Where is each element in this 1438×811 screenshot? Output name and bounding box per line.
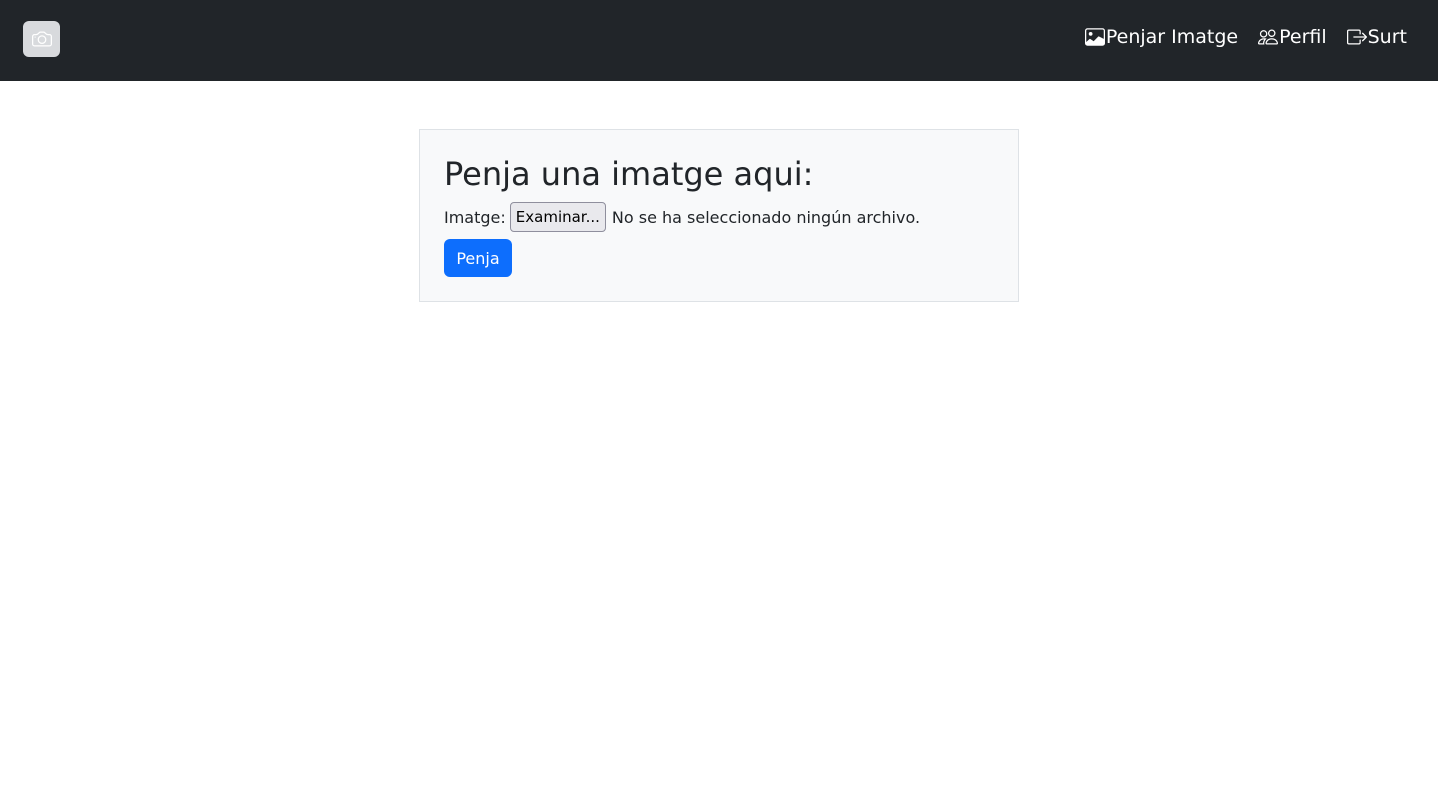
nav-upload-image[interactable]: Penjar Imatge <box>1084 25 1239 48</box>
file-input-row: Imatge: Examinar... No se ha seleccionad… <box>444 202 920 232</box>
upload-submit-button[interactable]: Penja <box>444 239 512 277</box>
nav-links: Penjar Imatge Perfil Surt <box>1084 0 1407 73</box>
file-label: Imatge: <box>444 207 506 227</box>
page-title: Penja una imatge aqui: <box>444 155 814 193</box>
file-status: No se ha seleccionado ningún archivo. <box>611 207 921 227</box>
nav-logout-label: Surt <box>1367 25 1407 48</box>
nav-upload-image-label: Penjar Imatge <box>1105 25 1239 48</box>
people-icon <box>1258 29 1279 44</box>
box-arrow-right-icon <box>1346 29 1367 44</box>
brand-logo[interactable] <box>23 21 60 57</box>
navbar: Penjar Imatge Perfil Surt <box>0 0 1438 81</box>
camera-icon <box>31 31 52 47</box>
image-icon <box>1084 27 1105 46</box>
nav-profile-label: Perfil <box>1279 25 1327 48</box>
nav-logout[interactable]: Surt <box>1346 25 1407 48</box>
browse-button[interactable]: Examinar... <box>509 202 606 232</box>
upload-card: Penja una imatge aqui: Imatge: Examinar.… <box>419 129 1019 302</box>
nav-profile[interactable]: Perfil <box>1258 26 1327 48</box>
